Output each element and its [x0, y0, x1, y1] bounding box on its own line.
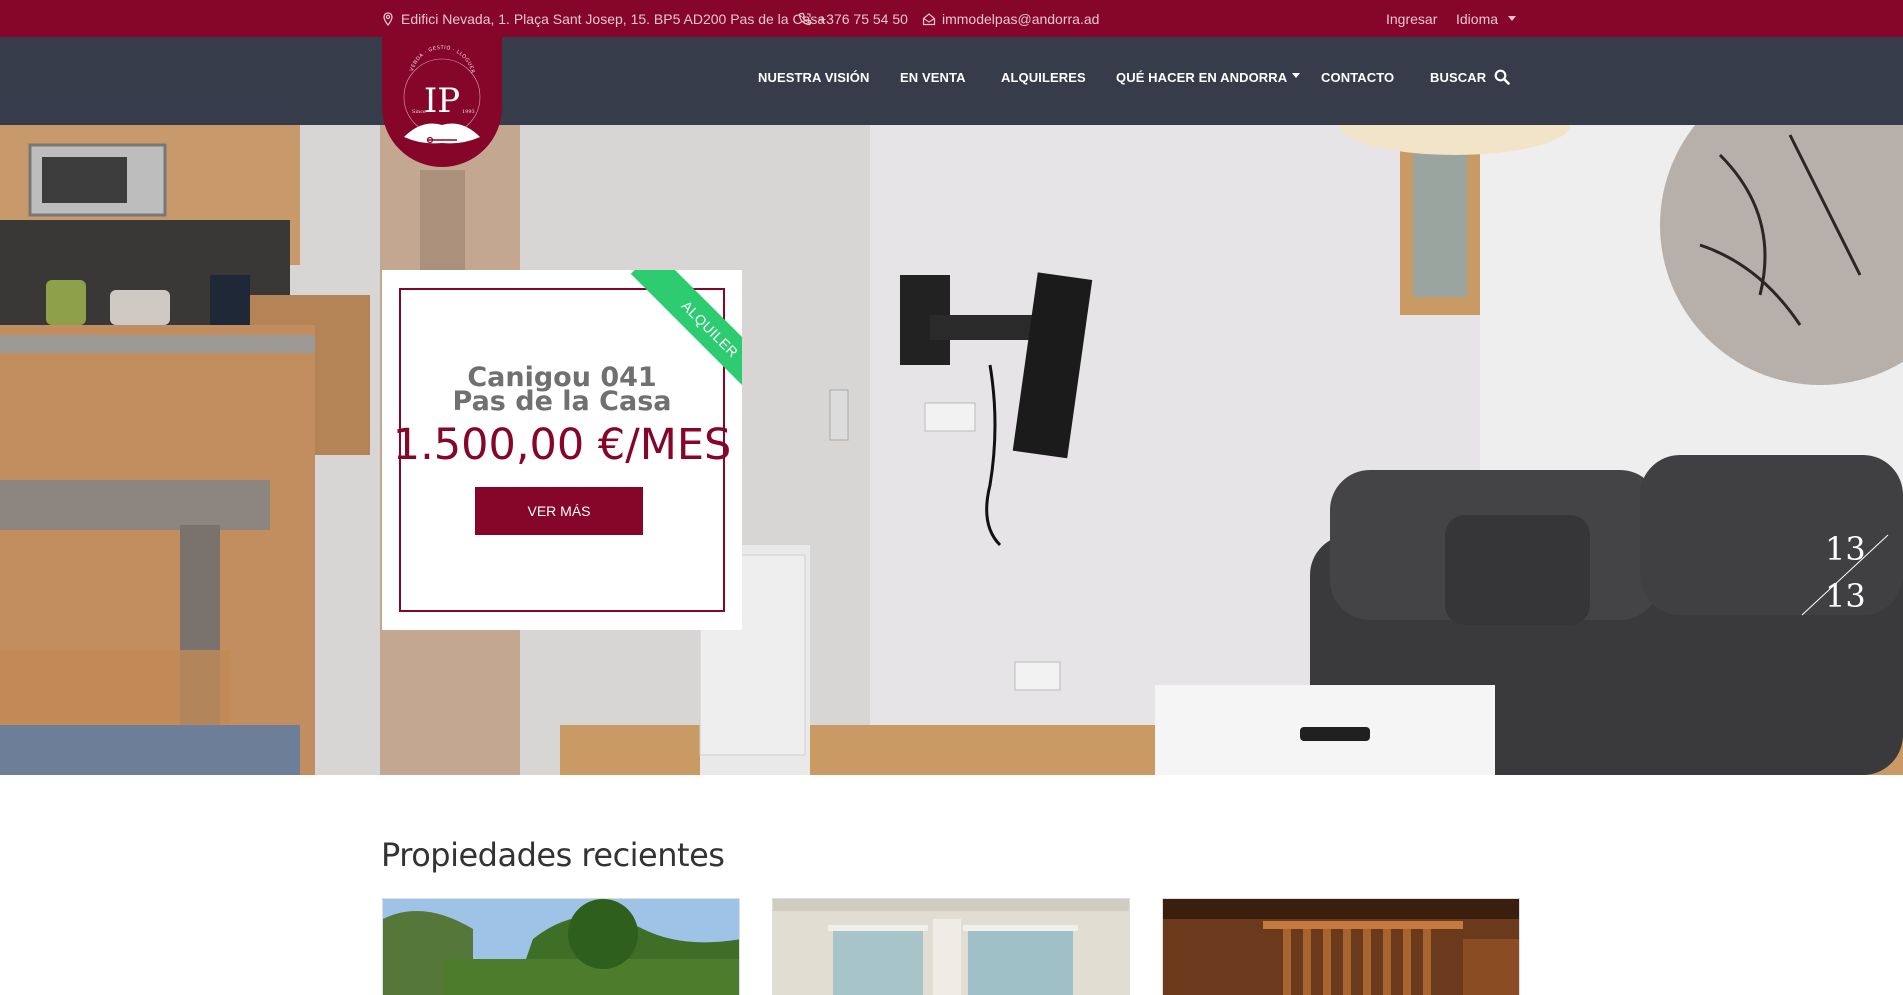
- property-thumbnail[interactable]: [382, 898, 740, 995]
- address-text: Edifici Nevada, 1. Plaça Sant Josep, 15.…: [401, 10, 826, 27]
- phone-text[interactable]: +376 75 54 50: [818, 11, 908, 27]
- nav-item-label: ALQUILERES: [1001, 69, 1086, 85]
- nav-item-label: EN VENTA: [900, 69, 966, 85]
- property-thumbnail[interactable]: [772, 898, 1130, 995]
- hero-photo-apartment: [0, 125, 1903, 775]
- logo-arc-text: VENDA · GESTIÓ · LLOGUER: [409, 44, 475, 74]
- main-navbar: NUESTRA VISIÓN EN VENTA ALQUILERES QUÉ H…: [0, 37, 1903, 125]
- nav-item-contacto[interactable]: CONTACTO: [1321, 37, 1394, 117]
- property-photo-landscape: [383, 899, 739, 995]
- nav-item-buscar[interactable]: BUSCAR: [1430, 37, 1511, 117]
- login-label[interactable]: Ingresar: [1386, 11, 1437, 27]
- chevron-down-icon: [1508, 16, 1517, 21]
- slide-total: 13: [1825, 577, 1866, 615]
- nav-item-nuestra-vision[interactable]: NUESTRA VISIÓN: [758, 37, 869, 117]
- language-label[interactable]: Idioma: [1456, 11, 1498, 27]
- nav-item-label: QUÉ HACER EN ANDORRA: [1116, 69, 1288, 85]
- property-price: 1.500,00 €/MES: [392, 420, 732, 470]
- map-pin-icon: [381, 11, 395, 26]
- nav-item-label: CONTACTO: [1321, 69, 1395, 85]
- property-photo-wooden-loft: [1163, 899, 1519, 995]
- language-dropdown[interactable]: Idioma: [1456, 0, 1517, 37]
- view-more-button[interactable]: VER MÁS: [475, 487, 643, 535]
- property-location: Pas de la Casa: [452, 386, 672, 417]
- address-item: Edifici Nevada, 1. Plaça Sant Josep, 15.…: [381, 0, 825, 37]
- featured-property-card: ALQUILER Canigou 041 Pas de la Casa 1.50…: [382, 270, 742, 630]
- logo-letters: IP: [424, 81, 460, 121]
- property-photo-living-room: [773, 899, 1129, 995]
- nav-item-en-venta[interactable]: EN VENTA: [900, 37, 966, 117]
- nav-item-que-hacer[interactable]: QUÉ HACER EN ANDORRA: [1116, 37, 1301, 117]
- email-item[interactable]: immodelpas@andorra.ad: [922, 0, 1099, 37]
- hero-slider: 13 13: [0, 125, 1903, 775]
- slide-counter: 13 13: [1800, 530, 1890, 620]
- property-title: Canigou 041 Pas de la Casa: [382, 364, 742, 417]
- email-text[interactable]: immodelpas@andorra.ad: [942, 11, 1099, 27]
- logo-since-year: 1993: [462, 109, 475, 115]
- home-mail-icon: [922, 12, 936, 26]
- nav-item-alquileres[interactable]: ALQUILERES: [1001, 37, 1086, 117]
- logo-since-label: Since: [412, 109, 426, 115]
- chevron-down-icon: [1292, 73, 1301, 78]
- site-logo[interactable]: VENDA · GESTIÓ · LLOGUER IP Since 1993: [382, 37, 502, 167]
- phone-item[interactable]: +376 75 54 50: [798, 0, 908, 37]
- nav-item-label: BUSCAR: [1430, 69, 1487, 85]
- property-thumbnail[interactable]: [1162, 898, 1520, 995]
- section-title-recent: Propiedades recientes: [381, 836, 725, 874]
- slide-current: 13: [1825, 530, 1866, 568]
- top-info-bar: Edifici Nevada, 1. Plaça Sant Josep, 15.…: [0, 0, 1903, 37]
- login-link[interactable]: Ingresar: [1386, 0, 1437, 37]
- svg-text:VENDA · GESTIÓ · LLOGUER: VENDA · GESTIÓ · LLOGUER: [409, 44, 475, 74]
- nav-item-label: NUESTRA VISIÓN: [758, 69, 870, 85]
- search-icon: [1494, 69, 1511, 85]
- phone-icon: [798, 12, 812, 26]
